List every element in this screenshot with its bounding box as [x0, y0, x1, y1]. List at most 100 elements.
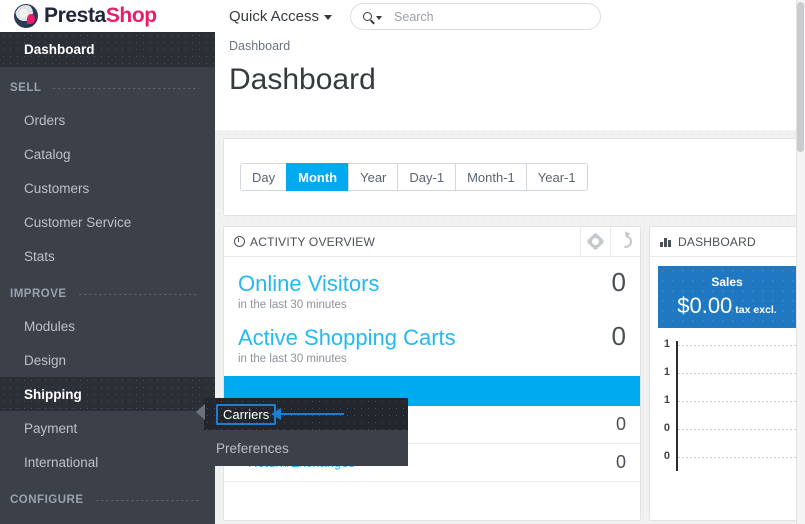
- scrollbar-thumb[interactable]: [797, 2, 804, 152]
- sidebar-item-label: International: [24, 454, 99, 470]
- chart-ytick-label: 0: [663, 450, 670, 462]
- date-button-month-1[interactable]: Month-1: [455, 163, 526, 191]
- activity-refresh-button[interactable]: [610, 226, 640, 257]
- kpi-subtitle: in the last 30 minutes: [238, 353, 347, 365]
- sidebar-item-dashboard[interactable]: Dashboard: [0, 32, 215, 67]
- activity-overview-title: ACTIVITY OVERVIEW: [250, 234, 375, 249]
- activity-settings-button[interactable]: [580, 226, 610, 257]
- sales-chart: 1 1 1 0 0: [650, 337, 804, 473]
- quick-access-dropdown[interactable]: Quick Access: [229, 8, 333, 25]
- date-button-year-1[interactable]: Year-1: [525, 163, 588, 191]
- search-placeholder: Search: [394, 9, 434, 24]
- sidebar-item-orders[interactable]: Orders: [0, 103, 215, 137]
- sidebar-item-label: Design: [24, 352, 67, 368]
- sidebar-item-label: Shipping: [24, 386, 82, 402]
- dashboard-panel-header: DASHBOARD: [650, 227, 804, 257]
- date-filter-panel: Day Month Year Day-1 Month-1 Year-1: [223, 138, 797, 216]
- sidebar-item-label: Customer Service: [24, 214, 132, 230]
- chart-ytick-label: 0: [663, 422, 670, 434]
- sidebar-item-international[interactable]: International: [0, 445, 215, 479]
- brand-shop-text: Shop: [105, 4, 157, 27]
- sidebar-nav: Dashboard SELL Orders Catalog Customers …: [0, 32, 215, 515]
- sidebar-section-label: CONFIGURE: [10, 494, 84, 506]
- prestashop-mascot-icon: [14, 4, 38, 28]
- sidebar-item-payment[interactable]: Payment: [0, 411, 215, 445]
- sidebar-item-label: Payment: [24, 420, 78, 436]
- refresh-icon: [616, 232, 635, 251]
- submenu-item-carriers[interactable]: Carriers: [204, 398, 408, 430]
- sales-amount-value: $0.00: [677, 293, 733, 318]
- search-icon: [363, 12, 373, 21]
- dashboard-columns: ACTIVITY OVERVIEW Online Visitors 0 in t…: [223, 226, 805, 521]
- kpi-subtitle: in the last 30 minutes: [238, 299, 347, 311]
- brand-wordmark: PrestaShop: [44, 4, 157, 28]
- sidebar-item-shipping[interactable]: Shipping: [0, 377, 215, 411]
- sidebar-section-configure: CONFIGURE: [0, 485, 215, 515]
- sidebar-section-label: IMPROVE: [10, 288, 67, 300]
- sales-tax-note: tax excl.: [735, 304, 777, 316]
- kpi-title[interactable]: Online Visitors: [238, 271, 379, 297]
- left-arrow-annotation-icon: [271, 408, 344, 420]
- bar-chart-icon: [660, 236, 673, 247]
- section-divider: [78, 293, 199, 295]
- date-range-button-group: Day Month Year Day-1 Month-1 Year-1: [240, 163, 588, 191]
- submenu-item-label: Preferences: [216, 440, 289, 456]
- chevron-down-icon[interactable]: [376, 15, 383, 20]
- kpi-value: 0: [611, 321, 626, 351]
- brand-presta-text: Presta: [44, 4, 106, 27]
- chart-gridline: [678, 457, 804, 458]
- search-input[interactable]: Search: [350, 3, 602, 30]
- date-button-day-1[interactable]: Day-1: [397, 163, 456, 191]
- sidebar: PrestaShop Dashboard SELL Orders Catalog…: [0, 0, 215, 524]
- date-button-month[interactable]: Month: [286, 163, 349, 191]
- sidebar-item-customers[interactable]: Customers: [0, 171, 215, 205]
- sidebar-item-label: Dashboard: [24, 42, 95, 57]
- table-row[interactable]: [224, 482, 640, 520]
- chevron-down-icon: [324, 15, 333, 20]
- sidebar-item-label: Modules: [24, 318, 76, 334]
- sidebar-item-label: Stats: [24, 248, 55, 264]
- kpi-active-shopping-carts: Active Shopping Carts 0 in the last 30 m…: [224, 311, 640, 365]
- panel-tools: [580, 226, 640, 257]
- gear-icon: [589, 235, 602, 248]
- sidebar-item-design[interactable]: Design: [0, 343, 215, 377]
- sidebar-section-label: SELL: [10, 82, 42, 94]
- top-bar: Quick Access Search: [215, 0, 805, 33]
- page-header: Dashboard Dashboard: [215, 33, 805, 130]
- chart-ytick-label: 1: [663, 366, 670, 378]
- chart-gridline: [678, 401, 804, 402]
- date-button-day[interactable]: Day: [240, 163, 287, 191]
- sales-label: Sales: [711, 275, 743, 289]
- kpi-online-visitors: Online Visitors 0 in the last 30 minutes: [224, 257, 640, 311]
- quick-access-label: Quick Access: [229, 8, 320, 25]
- sidebar-item-catalog[interactable]: Catalog: [0, 137, 215, 171]
- breadcrumb: Dashboard: [229, 39, 291, 53]
- sidebar-item-label: Orders: [24, 112, 66, 128]
- page-title: Dashboard: [229, 63, 376, 96]
- kpi-value: 0: [611, 267, 626, 297]
- activity-overview-header: ACTIVITY OVERVIEW: [224, 226, 640, 257]
- chart-gridline: [678, 373, 804, 374]
- section-divider: [95, 499, 199, 501]
- submenu-item-preferences[interactable]: Preferences: [204, 430, 408, 466]
- brand-logo[interactable]: PrestaShop: [0, 0, 215, 32]
- chart-ytick-label: 1: [663, 394, 670, 406]
- page-scrollbar[interactable]: [796, 0, 805, 524]
- chart-y-axis: [676, 341, 678, 471]
- activity-overview-panel: ACTIVITY OVERVIEW Online Visitors 0 in t…: [223, 226, 641, 521]
- sidebar-item-label: Customers: [24, 180, 90, 196]
- sidebar-section-improve: IMPROVE: [0, 279, 215, 309]
- kpi-line: Online Visitors 0: [238, 267, 626, 298]
- clock-icon: [234, 236, 245, 247]
- sidebar-item-customer-service[interactable]: Customer Service: [0, 205, 215, 239]
- kpi-line: Active Shopping Carts 0: [238, 321, 626, 352]
- chart-ytick-label: 1: [663, 338, 670, 350]
- kpi-title[interactable]: Active Shopping Carts: [238, 325, 456, 351]
- sales-tile: Sales $0.00 tax excl.: [658, 266, 796, 328]
- prestashop-admin-window: PrestaShop Dashboard SELL Orders Catalog…: [0, 0, 805, 524]
- sidebar-item-stats[interactable]: Stats: [0, 239, 215, 273]
- sidebar-item-modules[interactable]: Modules: [0, 309, 215, 343]
- dashboard-panel: DASHBOARD Sales $0.00 tax excl. 1 1 1 0 …: [649, 226, 805, 521]
- sales-amount: $0.00 tax excl.: [677, 293, 777, 319]
- date-button-year[interactable]: Year: [348, 163, 398, 191]
